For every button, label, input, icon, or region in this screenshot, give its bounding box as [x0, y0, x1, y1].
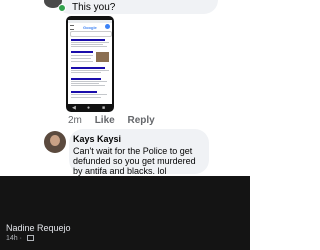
result-snippet: [71, 55, 93, 56]
phone-status-bar: [68, 20, 112, 23]
result-snippet: [71, 44, 103, 45]
reply-button[interactable]: Reply: [127, 115, 154, 126]
comment-text: Can't wait for the Police to get defunde…: [73, 146, 196, 176]
result-snippet: [71, 61, 93, 62]
result-title: [71, 39, 105, 41]
post-author[interactable]: Nadine Requejo: [6, 223, 71, 233]
site-logo: Google: [83, 25, 97, 30]
search-input: [70, 31, 112, 37]
post-footer-panel: Nadine Requejo 14h ·: [0, 176, 250, 250]
meta-separator: ·: [19, 235, 22, 242]
comment-actions: 2m Like Reply: [68, 115, 165, 126]
account-icon: [105, 24, 110, 29]
result-snippet: [71, 94, 107, 95]
commenter-avatar[interactable]: [44, 131, 66, 153]
result-snippet: [71, 72, 101, 73]
result-snippet: [71, 81, 107, 82]
post-meta: 14h ·: [6, 235, 34, 242]
comment-text-top: This you?: [72, 2, 116, 13]
post-timestamp[interactable]: 14h: [6, 235, 18, 242]
result-snippet: [71, 46, 107, 47]
online-status-icon: [58, 4, 66, 12]
screenshot-attachment[interactable]: Google ◀ ● ■: [66, 16, 114, 112]
result-snippet: [71, 83, 99, 84]
comment-bubble: Kays Kaysi Can't wait for the Police to …: [69, 129, 209, 176]
like-button[interactable]: Like: [95, 115, 115, 126]
friends-icon: [26, 235, 34, 241]
result-title: [71, 51, 93, 53]
menu-icon: [70, 25, 74, 30]
result-snippet: [71, 42, 109, 43]
phone-nav-bar: ◀ ● ■: [66, 104, 114, 112]
result-snippet: [71, 85, 105, 86]
result-title: [71, 91, 97, 93]
back-icon: ◀: [72, 105, 76, 111]
comment-timestamp[interactable]: 2m: [68, 115, 82, 126]
comment-author[interactable]: Kays Kaysi: [73, 134, 121, 144]
recent-apps-icon: ■: [102, 105, 106, 111]
home-icon: ●: [87, 105, 91, 111]
result-thumbnail: [96, 52, 109, 62]
result-title: [71, 78, 101, 80]
result-snippet: [71, 58, 91, 59]
result-title: [71, 67, 105, 69]
phone-screen: Google: [68, 20, 112, 104]
result-snippet: [71, 70, 109, 71]
result-snippet: [71, 97, 101, 98]
